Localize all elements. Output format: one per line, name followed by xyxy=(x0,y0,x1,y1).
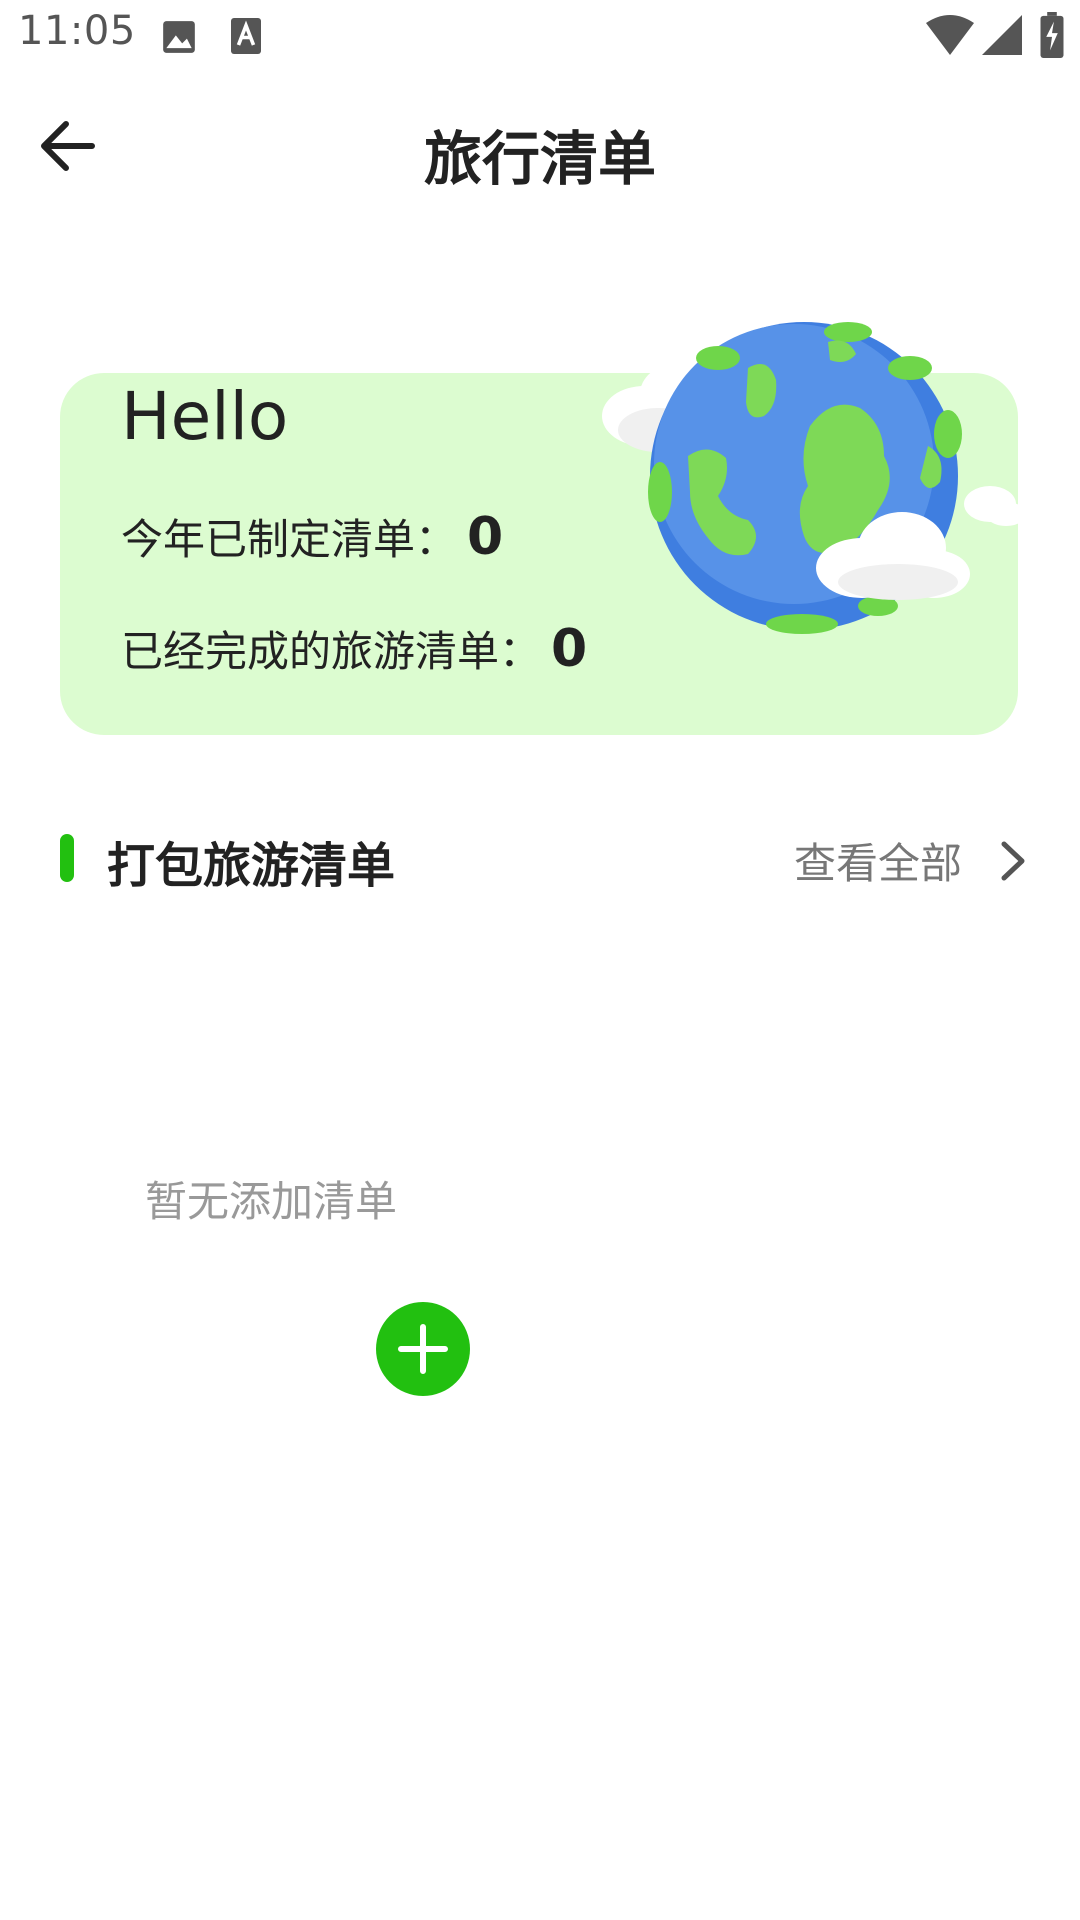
page-title: 旅行清单 xyxy=(423,125,656,193)
status-bar: 11:05 xyxy=(0,0,1080,72)
plus-icon xyxy=(398,1324,448,1374)
a-icon xyxy=(231,18,261,54)
image-icon xyxy=(163,21,195,53)
wifi-icon xyxy=(926,15,974,55)
stat-label: 今年已制定清单： xyxy=(121,515,458,564)
add-list-button[interactable] xyxy=(376,1302,470,1396)
empty-state-message: 暂无添加清单 xyxy=(145,1177,398,1226)
chevron-right-icon xyxy=(1001,841,1025,880)
stat-completed-lists: 已经完成的旅游清单： 0 xyxy=(121,618,587,679)
stat-value: 0 xyxy=(467,507,504,567)
view-all-label: 查看全部 xyxy=(793,839,962,888)
signal-icon xyxy=(982,15,1022,55)
view-all-link[interactable]: 查看全部 xyxy=(794,830,1030,891)
app-bar: 旅行清单 xyxy=(0,72,1080,216)
section-accent-bar xyxy=(60,834,74,882)
stat-plans-this-year: 今年已制定清单： 0 xyxy=(121,506,503,567)
status-time: 11:05 xyxy=(18,8,136,54)
greeting-text: Hello xyxy=(121,378,289,455)
back-arrow-icon xyxy=(41,121,95,171)
back-button[interactable] xyxy=(30,114,110,178)
stat-value: 0 xyxy=(551,619,588,679)
section-title: 打包旅游清单 xyxy=(107,838,396,894)
globe-illustration xyxy=(602,322,1026,634)
battery-icon xyxy=(1040,12,1064,58)
stat-label: 已经完成的旅游清单： xyxy=(121,627,542,676)
